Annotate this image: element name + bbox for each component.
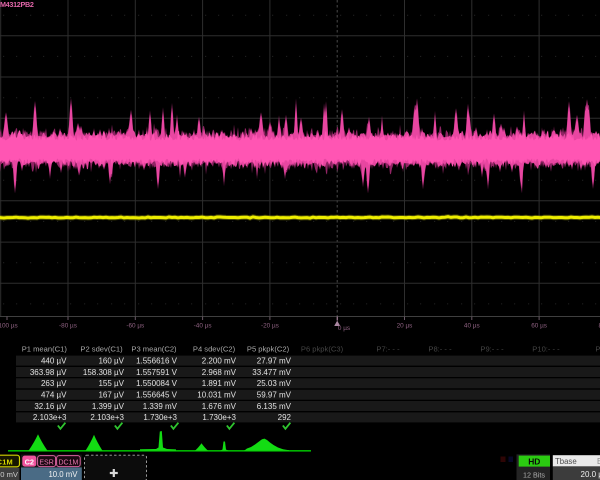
- svg-text:P1 mean(C1): P1 mean(C1): [22, 344, 68, 353]
- svg-text:P1: P1: [595, 344, 600, 353]
- svg-text:1.550084 V: 1.550084 V: [136, 379, 178, 388]
- svg-text:ESR: ESR: [39, 459, 53, 466]
- svg-text:Tbase: Tbase: [555, 457, 577, 466]
- svg-text:2.103e+3: 2.103e+3: [33, 413, 67, 422]
- svg-text:-40 µs: -40 µs: [194, 323, 212, 330]
- svg-text:1.557591 V: 1.557591 V: [136, 368, 178, 377]
- svg-text:363.98 µV: 363.98 µV: [30, 368, 67, 377]
- svg-text:1.730e+3: 1.730e+3: [143, 413, 177, 422]
- svg-text:1.730e+3: 1.730e+3: [202, 413, 236, 422]
- svg-text:P4 sdev(C2): P4 sdev(C2): [193, 344, 236, 353]
- svg-text:1.399 µV: 1.399 µV: [92, 402, 125, 411]
- svg-text:60 µs: 60 µs: [531, 323, 547, 330]
- svg-text:-60 µs: -60 µs: [126, 323, 144, 330]
- svg-text:292: 292: [278, 413, 292, 422]
- svg-text:20.0 µs/div: 20.0 µs/div: [581, 470, 600, 479]
- svg-text:1.556645 V: 1.556645 V: [136, 391, 178, 400]
- svg-text:2.103e+3: 2.103e+3: [90, 413, 124, 422]
- svg-text:1.556616 V: 1.556616 V: [136, 356, 178, 365]
- svg-text:P5 pkpk(C2): P5 pkpk(C2): [247, 344, 290, 353]
- svg-text:10.0 mV: 10.0 mV: [48, 470, 78, 479]
- svg-text:12 Bits: 12 Bits: [523, 470, 545, 479]
- svg-text:32.16 µV: 32.16 µV: [34, 402, 67, 411]
- svg-text:0 µs: 0 µs: [338, 325, 350, 332]
- svg-text:167 µV: 167 µV: [98, 391, 124, 400]
- svg-text:1.891 mV: 1.891 mV: [202, 379, 237, 388]
- svg-text:20 µs: 20 µs: [397, 323, 413, 330]
- svg-text:6.135 mV: 6.135 mV: [257, 402, 292, 411]
- svg-text:155 µV: 155 µV: [98, 379, 124, 388]
- svg-text:25.03 mV: 25.03 mV: [257, 379, 292, 388]
- svg-text:DC1M: DC1M: [0, 457, 13, 466]
- svg-text:-80 µs: -80 µs: [59, 323, 77, 330]
- svg-text:P10:- - -: P10:- - -: [532, 344, 560, 353]
- svg-text:160 µV: 160 µV: [98, 356, 124, 365]
- svg-text:-20 µs: -20 µs: [261, 323, 279, 330]
- svg-text:1.676 mV: 1.676 mV: [202, 402, 237, 411]
- svg-text:263 µV: 263 µV: [41, 379, 67, 388]
- svg-text:2.968 mV: 2.968 mV: [202, 368, 237, 377]
- svg-text:C2: C2: [25, 457, 34, 466]
- svg-text:P6 pkpk(C3): P6 pkpk(C3): [301, 344, 344, 353]
- svg-text:0 mV: 0 mV: [0, 470, 19, 479]
- svg-text:P7:- - -: P7:- - -: [376, 344, 400, 353]
- svg-text:P2 sdev(C1): P2 sdev(C1): [80, 344, 123, 353]
- svg-text:40 µs: 40 µs: [464, 323, 480, 330]
- svg-text:P3 mean(C2): P3 mean(C2): [131, 344, 177, 353]
- svg-text:27.97 mV: 27.97 mV: [257, 356, 292, 365]
- svg-text:M4312PB2: M4312PB2: [0, 0, 34, 9]
- svg-text:440 µV: 440 µV: [41, 356, 67, 365]
- svg-text:474 µV: 474 µV: [41, 391, 67, 400]
- svg-text:HD: HD: [528, 457, 540, 467]
- svg-text:1.339 mV: 1.339 mV: [143, 402, 178, 411]
- svg-text:-100 µs: -100 µs: [0, 323, 18, 330]
- svg-text:33.477 mV: 33.477 mV: [252, 368, 291, 377]
- svg-text:P9:- - -: P9:- - -: [480, 344, 504, 353]
- svg-text:10.031 mV: 10.031 mV: [197, 391, 236, 400]
- svg-text:DC1M: DC1M: [58, 459, 78, 466]
- svg-text:59.97 mV: 59.97 mV: [257, 391, 292, 400]
- svg-text:158.308 µV: 158.308 µV: [83, 368, 125, 377]
- svg-text:P8:- - -: P8:- - -: [428, 344, 452, 353]
- svg-text:2.200 mV: 2.200 mV: [202, 356, 237, 365]
